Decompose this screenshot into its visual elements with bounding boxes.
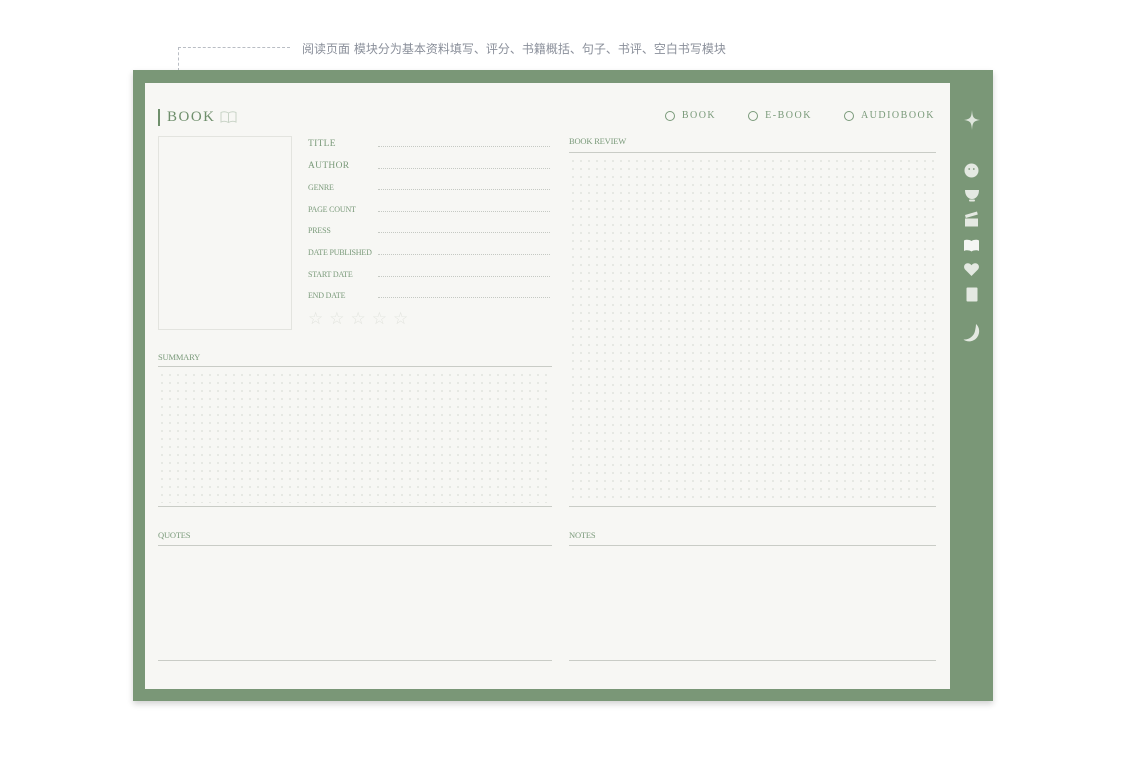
radio-audiobook[interactable] — [843, 110, 854, 121]
book-review-writing-area[interactable] — [569, 157, 936, 503]
notes-writing-area[interactable] — [569, 547, 936, 659]
field-input-line[interactable] — [378, 232, 550, 233]
reading-page: BOOK BOOK E-BOOK AUDIOBOOK TITLE AUTHOR … — [145, 83, 950, 689]
field-label: PRESS — [308, 226, 331, 235]
field-input-line[interactable] — [378, 146, 550, 147]
page-title: BOOK — [158, 109, 237, 126]
field-end-date[interactable]: END DATE — [308, 286, 550, 300]
moon-icon[interactable] — [950, 323, 993, 343]
notebook-icon[interactable] — [950, 287, 993, 302]
field-start-date[interactable]: START DATE — [308, 265, 550, 279]
book-review-label: BOOK REVIEW — [569, 136, 627, 146]
quotes-label: QUOTES — [158, 530, 191, 540]
field-author[interactable]: AUTHOR — [308, 157, 550, 171]
annotation-text: 阅读页面 模块分为基本资料填写、评分、书籍概括、句子、书评、空白书写模块 — [302, 42, 726, 56]
field-input-line[interactable] — [378, 168, 550, 169]
page-title-text: BOOK — [167, 109, 216, 125]
field-label: DATE PUBLISHED — [308, 248, 372, 257]
field-page-count[interactable]: PAGE COUNT — [308, 200, 550, 214]
star-icon[interactable]: ☆ — [351, 311, 366, 328]
field-label: TITLE — [308, 139, 336, 149]
clapperboard-icon[interactable] — [950, 211, 993, 227]
planner-frame: BOOK BOOK E-BOOK AUDIOBOOK TITLE AUTHOR … — [133, 70, 993, 701]
star-icon[interactable]: ☆ — [393, 311, 408, 328]
summary-bottom-rule — [158, 506, 552, 507]
field-label: AUTHOR — [308, 161, 350, 171]
sidebar-tabs — [950, 70, 993, 701]
format-option-ebook[interactable]: E-BOOK — [748, 110, 812, 121]
field-input-line[interactable] — [378, 276, 550, 277]
field-genre[interactable]: GENRE — [308, 178, 550, 192]
quotes-top-rule — [158, 545, 552, 546]
sparkle-icon[interactable] — [950, 110, 993, 130]
open-book-icon — [220, 108, 237, 127]
quotes-bottom-rule — [158, 660, 552, 661]
review-bottom-rule — [569, 506, 936, 507]
emoji-icon[interactable] — [950, 163, 993, 178]
field-date-published[interactable]: DATE PUBLISHED — [308, 243, 550, 257]
summary-writing-area[interactable] — [158, 371, 552, 503]
summary-top-rule — [158, 366, 552, 367]
review-top-rule — [569, 152, 936, 153]
summary-label: SUMMARY — [158, 352, 201, 362]
annotation-leader-horizontal — [178, 47, 290, 48]
field-input-line[interactable] — [378, 254, 550, 255]
star-icon[interactable]: ☆ — [308, 311, 323, 328]
field-title[interactable]: TITLE — [308, 135, 550, 149]
bowl-icon[interactable] — [950, 188, 993, 202]
radio-book[interactable] — [664, 110, 675, 121]
title-accent-bar — [158, 109, 160, 126]
format-option-audiobook[interactable]: AUDIOBOOK — [843, 110, 935, 121]
star-icon[interactable]: ☆ — [372, 311, 387, 328]
heart-icon[interactable] — [950, 263, 993, 276]
field-label: END DATE — [308, 291, 346, 300]
format-label: BOOK — [681, 110, 717, 121]
radio-ebook[interactable] — [748, 110, 759, 121]
quotes-writing-area[interactable] — [158, 547, 552, 659]
field-label: START DATE — [308, 270, 353, 279]
format-option-book[interactable]: BOOK — [664, 110, 717, 121]
format-label: AUDIOBOOK — [860, 110, 935, 121]
star-icon[interactable]: ☆ — [329, 311, 344, 328]
field-input-line[interactable] — [378, 211, 550, 212]
format-label: E-BOOK — [765, 110, 812, 121]
rating-stars: ☆ ☆ ☆ ☆ ☆ — [308, 311, 408, 328]
notes-label: NOTES — [569, 530, 596, 540]
format-selector: BOOK E-BOOK AUDIOBOOK — [664, 110, 935, 121]
field-label: PAGE COUNT — [308, 205, 356, 214]
field-press[interactable]: PRESS — [308, 221, 550, 235]
field-input-line[interactable] — [378, 189, 550, 190]
cover-image-box[interactable] — [158, 136, 292, 330]
field-input-line[interactable] — [378, 297, 550, 298]
notes-top-rule — [569, 545, 936, 546]
field-label: GENRE — [308, 183, 334, 192]
book-icon[interactable] — [950, 239, 993, 252]
notes-bottom-rule — [569, 660, 936, 661]
annotation-leader-vertical — [178, 47, 179, 71]
